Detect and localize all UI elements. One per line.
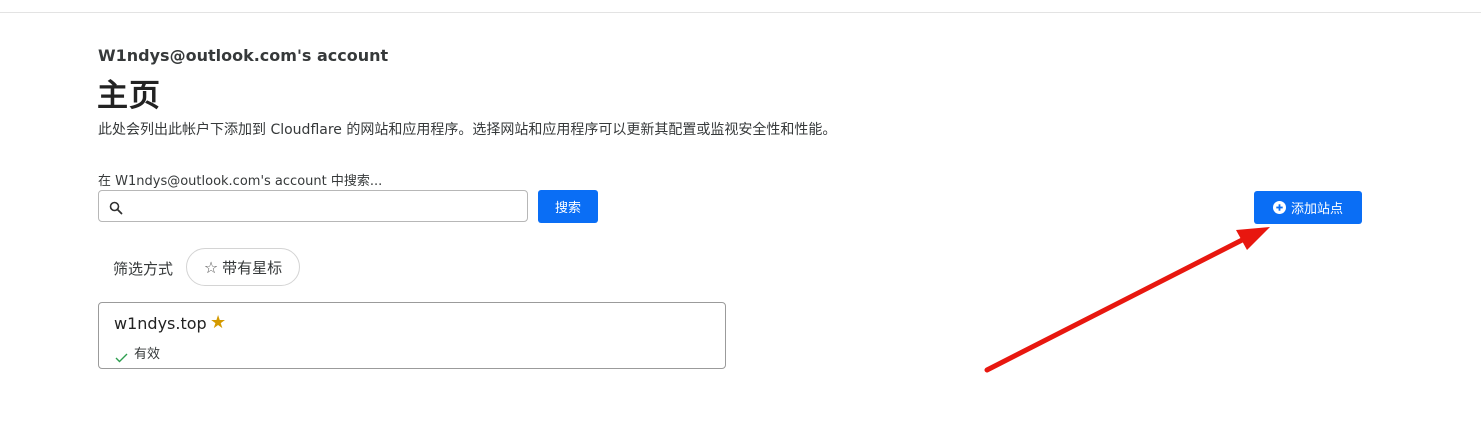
account-title: W1ndys@outlook.com's account xyxy=(98,46,389,65)
search-label: 在 W1ndys@outlook.com's account 中搜索... xyxy=(98,174,383,189)
star-filled-icon[interactable]: ★ xyxy=(210,312,226,333)
site-status: 有效 xyxy=(115,343,160,362)
top-divider xyxy=(0,12,1481,13)
plus-circle-icon xyxy=(1272,201,1286,214)
page-title: 主页 xyxy=(97,78,161,114)
search-input[interactable] xyxy=(129,193,519,219)
filter-label: 筛选方式 xyxy=(113,260,174,278)
starred-filter-label: 带有星标 xyxy=(222,258,283,277)
page-description: 此处会列出此帐户下添加到 Cloudflare 的网站和应用程序。选择网站和应用… xyxy=(98,122,837,138)
starred-filter-chip[interactable]: ☆ 带有星标 xyxy=(186,248,300,286)
star-outline-icon: ☆ xyxy=(203,257,219,277)
status-text: 有效 xyxy=(134,347,161,362)
add-site-button-label: 添加站点 xyxy=(1290,202,1343,217)
check-icon xyxy=(115,348,128,362)
search-button[interactable]: 搜索 xyxy=(538,190,598,223)
search-button-label: 搜索 xyxy=(554,201,581,216)
add-site-button[interactable]: 添加站点 xyxy=(1254,191,1362,224)
site-card[interactable]: w1ndys.top ★ 有效 xyxy=(98,302,726,369)
search-icon xyxy=(109,200,123,215)
site-domain[interactable]: w1ndys.top xyxy=(114,314,207,333)
search-box[interactable] xyxy=(98,190,528,222)
